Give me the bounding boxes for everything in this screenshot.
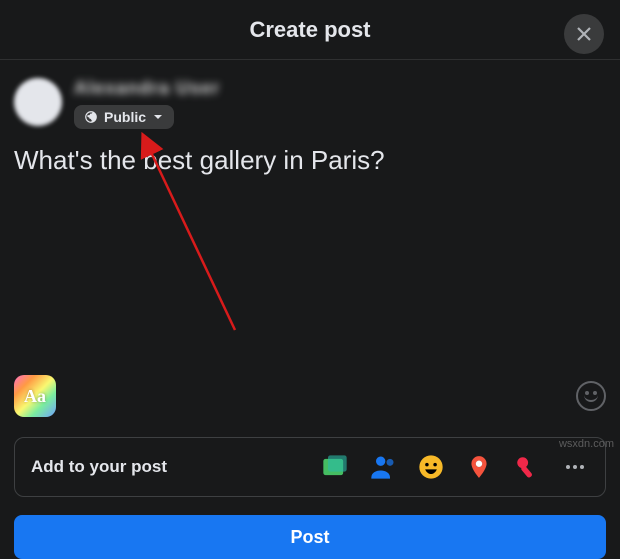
audience-label: Public (104, 109, 146, 125)
dialog-title: Create post (249, 17, 370, 43)
globe-icon (84, 110, 98, 124)
audience-selector[interactable]: Public (74, 105, 174, 129)
avatar (14, 78, 62, 126)
add-to-post-bar: Add to your post (14, 437, 606, 497)
close-icon (575, 25, 593, 43)
check-in-button[interactable] (465, 453, 493, 481)
life-event-button[interactable] (513, 453, 541, 481)
microphone-icon (514, 453, 540, 481)
user-meta: Alexandra User Public (74, 78, 220, 129)
emoji-button[interactable] (576, 381, 606, 411)
dialog-header: Create post (0, 0, 620, 60)
user-row: Alexandra User Public (0, 60, 620, 129)
post-text-input[interactable]: What's the best gallery in Paris? (0, 129, 620, 279)
add-to-post-icons (321, 453, 589, 481)
watermark: wsxdn.com (559, 438, 614, 450)
background-picker-button[interactable]: Aa (14, 375, 56, 417)
composer-footer: Aa (0, 375, 620, 417)
person-icon (369, 453, 397, 481)
caret-down-icon (152, 111, 164, 123)
location-pin-icon (466, 453, 492, 481)
smiley-icon (417, 453, 445, 481)
background-picker-label: Aa (24, 386, 46, 407)
feeling-activity-button[interactable] (417, 453, 445, 481)
tag-people-button[interactable] (369, 453, 397, 481)
photo-icon (321, 453, 349, 481)
photo-video-button[interactable] (321, 453, 349, 481)
post-button-label: Post (290, 527, 329, 548)
add-to-post-label: Add to your post (31, 457, 167, 477)
close-button[interactable] (564, 14, 604, 54)
username: Alexandra User (74, 78, 220, 99)
more-button[interactable] (561, 453, 589, 481)
more-icon (563, 455, 587, 479)
post-button[interactable]: Post (14, 515, 606, 559)
